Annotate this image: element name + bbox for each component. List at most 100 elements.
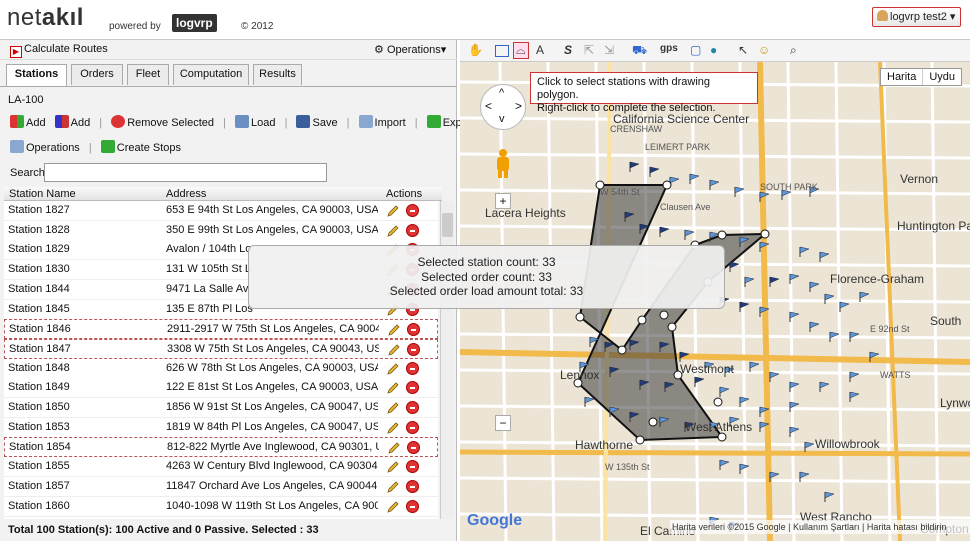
operations-menu-button[interactable]: ⚙ Operations▾ (374, 43, 446, 56)
station-flag-icon[interactable] (804, 441, 815, 452)
pencil-icon[interactable] (386, 204, 400, 218)
polygon-vertex[interactable] (713, 397, 723, 407)
pencil-icon[interactable] (386, 401, 400, 415)
station-flag-icon[interactable] (769, 276, 780, 287)
remove-row-icon[interactable] (406, 361, 419, 375)
zoom-out-button[interactable]: − (495, 415, 511, 431)
operations-button[interactable]: Operations (10, 140, 80, 154)
table-row[interactable]: Station 1827 653 E 94th St Los Angeles, C… (4, 201, 438, 221)
station-flag-icon[interactable] (749, 361, 760, 372)
remove-row-icon[interactable] (407, 323, 420, 337)
remove-row-icon[interactable] (406, 460, 419, 474)
col-station-name[interactable]: Station Name (9, 188, 76, 200)
map-type-satellite[interactable]: Uydu (922, 69, 961, 85)
pan-left-icon[interactable]: < (485, 99, 492, 113)
hand-icon[interactable]: ✋ (468, 43, 483, 57)
table-row[interactable]: Station 1857 11847 Orchard Ave Los Angele… (4, 476, 438, 497)
table-row[interactable]: Station 1847 3308 W 75th St Los Angeles, … (4, 338, 438, 359)
polygon-vertex[interactable] (617, 345, 627, 355)
station-flag-icon[interactable] (809, 321, 820, 332)
table-row[interactable]: Station 1860 1040-1098 W 119th St Los Ang… (4, 496, 438, 517)
tab-stations[interactable]: Stations (6, 64, 67, 86)
remove-selected-button[interactable]: Remove Selected (111, 115, 214, 129)
table-row[interactable]: Station 1850 1856 W 91st St Los Angeles, … (4, 398, 438, 418)
pencil-icon[interactable] (387, 323, 401, 337)
text-tool-icon[interactable]: A (536, 43, 544, 57)
route-tool-icon[interactable]: S (564, 43, 572, 57)
pencil-icon[interactable] (386, 381, 400, 395)
tab-orders[interactable]: Orders (71, 64, 123, 85)
create-stops-button[interactable]: Create Stops (100, 140, 181, 154)
polygon-vertex[interactable] (635, 435, 645, 445)
polygon-vertex[interactable] (717, 432, 727, 442)
gps-icon[interactable]: gps (660, 43, 678, 54)
station-flag-icon[interactable] (684, 229, 695, 240)
pencil-icon[interactable] (386, 224, 400, 238)
route-option-1-icon[interactable]: ⇱ (584, 43, 594, 57)
station-flag-icon[interactable] (849, 391, 860, 402)
polygon-vertex[interactable] (659, 310, 669, 320)
station-flag-icon[interactable] (819, 251, 830, 262)
load-button[interactable]: Load (235, 115, 276, 129)
station-flag-icon[interactable] (824, 293, 835, 304)
pencil-icon[interactable] (386, 460, 400, 474)
tab-results[interactable]: Results (253, 64, 302, 85)
tab-computation[interactable]: Computation (173, 64, 249, 85)
tab-fleet[interactable]: Fleet (127, 64, 169, 85)
remove-row-icon[interactable] (406, 381, 419, 395)
vehicle-icon[interactable]: ⛟ (632, 43, 647, 59)
add-multiple-button[interactable]: Add (54, 115, 90, 129)
table-row[interactable]: Station 1846 2911-2917 W 75th St Los Ange… (4, 319, 438, 340)
map-attribution[interactable]: Harita verileri ©2015 Google | Kullanım … (670, 520, 970, 534)
search-icon[interactable]: ⌕ (790, 43, 797, 58)
table-row[interactable]: Station 1854 812-822 Myrtle Ave Inglewood… (4, 437, 438, 458)
remove-row-icon[interactable] (406, 223, 419, 237)
pan-control[interactable]: ^ < > v (480, 84, 526, 130)
station-flag-icon[interactable] (649, 166, 660, 177)
polygon-select-icon[interactable]: ⌓ (513, 42, 529, 59)
user-menu-button[interactable]: logvrp test2 ▾ (872, 7, 961, 27)
polygon-vertex[interactable] (662, 180, 672, 190)
cursor-icon[interactable]: ↖ (738, 43, 748, 57)
station-flag-icon[interactable] (709, 179, 720, 190)
search-input[interactable] (44, 163, 327, 182)
scroll-thumb[interactable] (442, 213, 453, 237)
pencil-icon[interactable] (386, 480, 400, 494)
station-flag-icon[interactable] (769, 371, 780, 382)
col-address[interactable]: Address (166, 188, 206, 200)
station-flag-icon[interactable] (629, 161, 640, 172)
station-flag-icon[interactable] (849, 371, 860, 382)
remove-row-icon[interactable] (406, 499, 419, 513)
table-row[interactable]: Station 1828 350 E 99th St Los Angeles, C… (4, 220, 438, 241)
pencil-icon[interactable] (386, 500, 400, 514)
pencil-icon[interactable] (387, 441, 401, 455)
remove-row-icon[interactable] (406, 204, 419, 217)
remove-row-icon[interactable] (407, 342, 420, 356)
remove-row-icon[interactable] (407, 441, 420, 455)
polygon-vertex[interactable] (637, 315, 647, 325)
pencil-icon[interactable] (386, 362, 400, 376)
table-row[interactable]: Station 1853 1819 W 84th Pl Los Angeles, … (4, 417, 438, 438)
station-flag-icon[interactable] (744, 276, 755, 287)
station-flag-icon[interactable] (799, 246, 810, 257)
polygon-vertex[interactable] (575, 312, 585, 322)
table-row[interactable]: Station 1849 122 E 81st St Los Angeles, C… (4, 378, 438, 399)
table-row[interactable]: Station 1848 626 W 78th St Los Angeles, C… (4, 358, 438, 379)
remove-row-icon[interactable] (406, 401, 419, 414)
pencil-icon[interactable] (386, 421, 400, 435)
pencil-icon[interactable] (387, 343, 401, 357)
pan-down-icon[interactable]: v (499, 113, 505, 125)
add-button[interactable]: Add (10, 115, 46, 129)
polygon-vertex[interactable] (667, 322, 677, 332)
remove-row-icon[interactable] (406, 479, 419, 493)
fit-view-icon[interactable]: ▢ (690, 43, 701, 57)
route-option-2-icon[interactable]: ⇲ (604, 43, 614, 57)
station-flag-icon[interactable] (659, 226, 670, 237)
station-flag-icon[interactable] (824, 491, 835, 502)
polygon-vertex[interactable] (648, 417, 658, 427)
station-flag-icon[interactable] (729, 261, 740, 272)
station-flag-icon[interactable] (719, 459, 730, 470)
station-flag-icon[interactable] (719, 386, 730, 397)
station-flag-icon[interactable] (839, 301, 850, 312)
polygon-vertex[interactable] (760, 229, 770, 239)
